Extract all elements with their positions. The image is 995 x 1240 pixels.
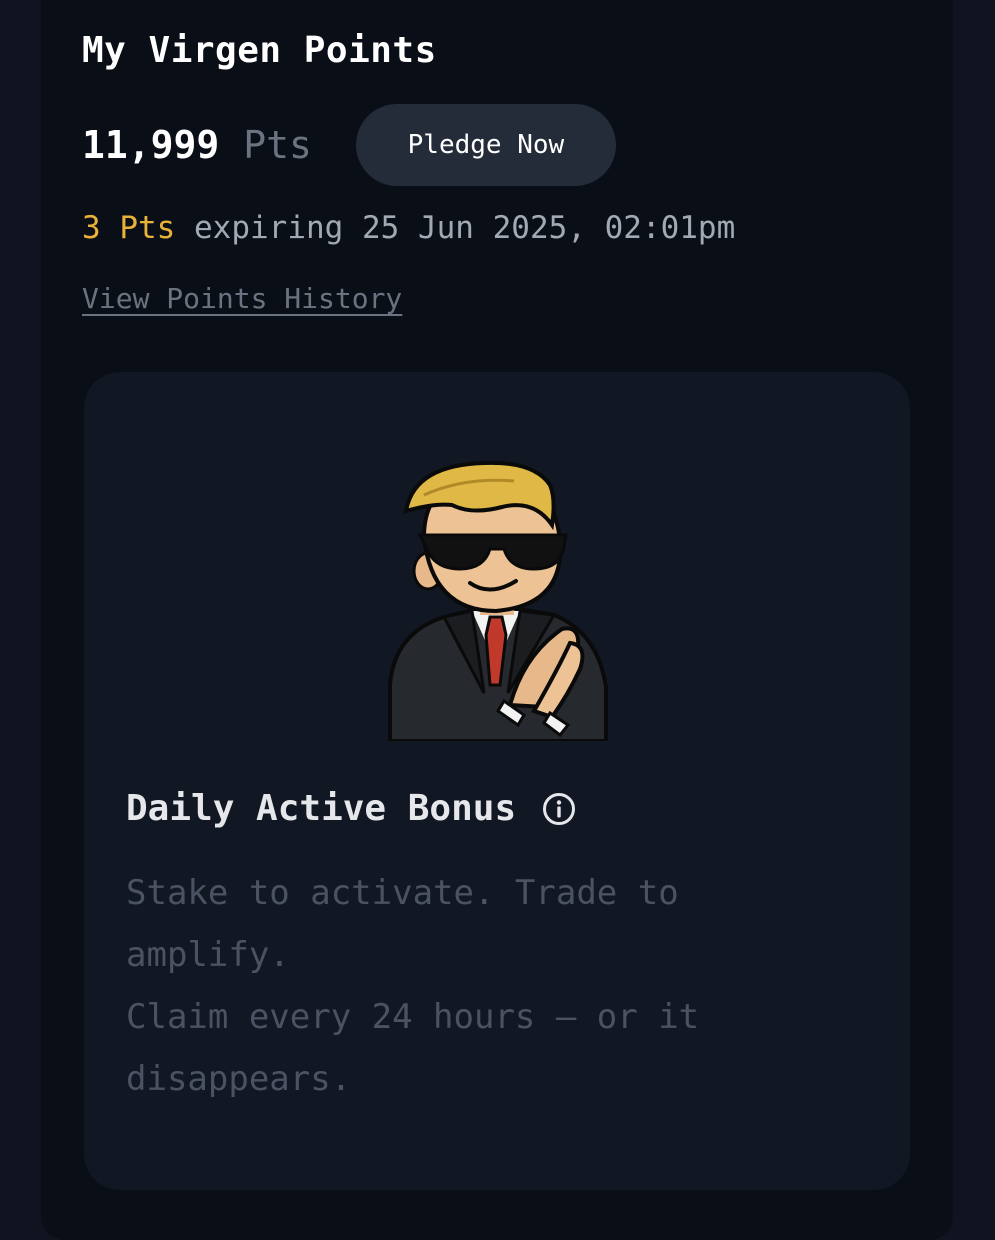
expiring-amount: 3 Pts	[82, 210, 176, 246]
daily-active-bonus-heading: Daily Active Bonus	[126, 788, 576, 829]
page-title: My Virgen Points	[82, 30, 437, 71]
expiry-notice: 3 Pts expiring 25 Jun 2025, 02:01pm	[82, 210, 735, 246]
info-icon[interactable]	[542, 792, 576, 826]
bonus-title: Daily Active Bonus	[126, 788, 517, 829]
points-unit: Pts	[243, 123, 312, 167]
expiry-text: expiring 25 Jun 2025, 02:01pm	[194, 210, 736, 246]
pledge-now-button[interactable]: Pledge Now	[355, 104, 616, 186]
bonus-description-line-1: Stake to activate. Trade to amplify.	[126, 873, 679, 975]
bonus-description: Stake to activate. Trade to amplify. Cla…	[126, 862, 846, 1110]
points-balance: 11,999	[82, 123, 220, 167]
mascot-illustration	[388, 460, 608, 741]
view-points-history-link[interactable]: View Points History	[82, 282, 402, 315]
bonus-description-line-2: Claim every 24 hours — or it disappears.	[126, 997, 700, 1099]
points-row: 11,999 Pts Pledge Now	[82, 104, 616, 186]
